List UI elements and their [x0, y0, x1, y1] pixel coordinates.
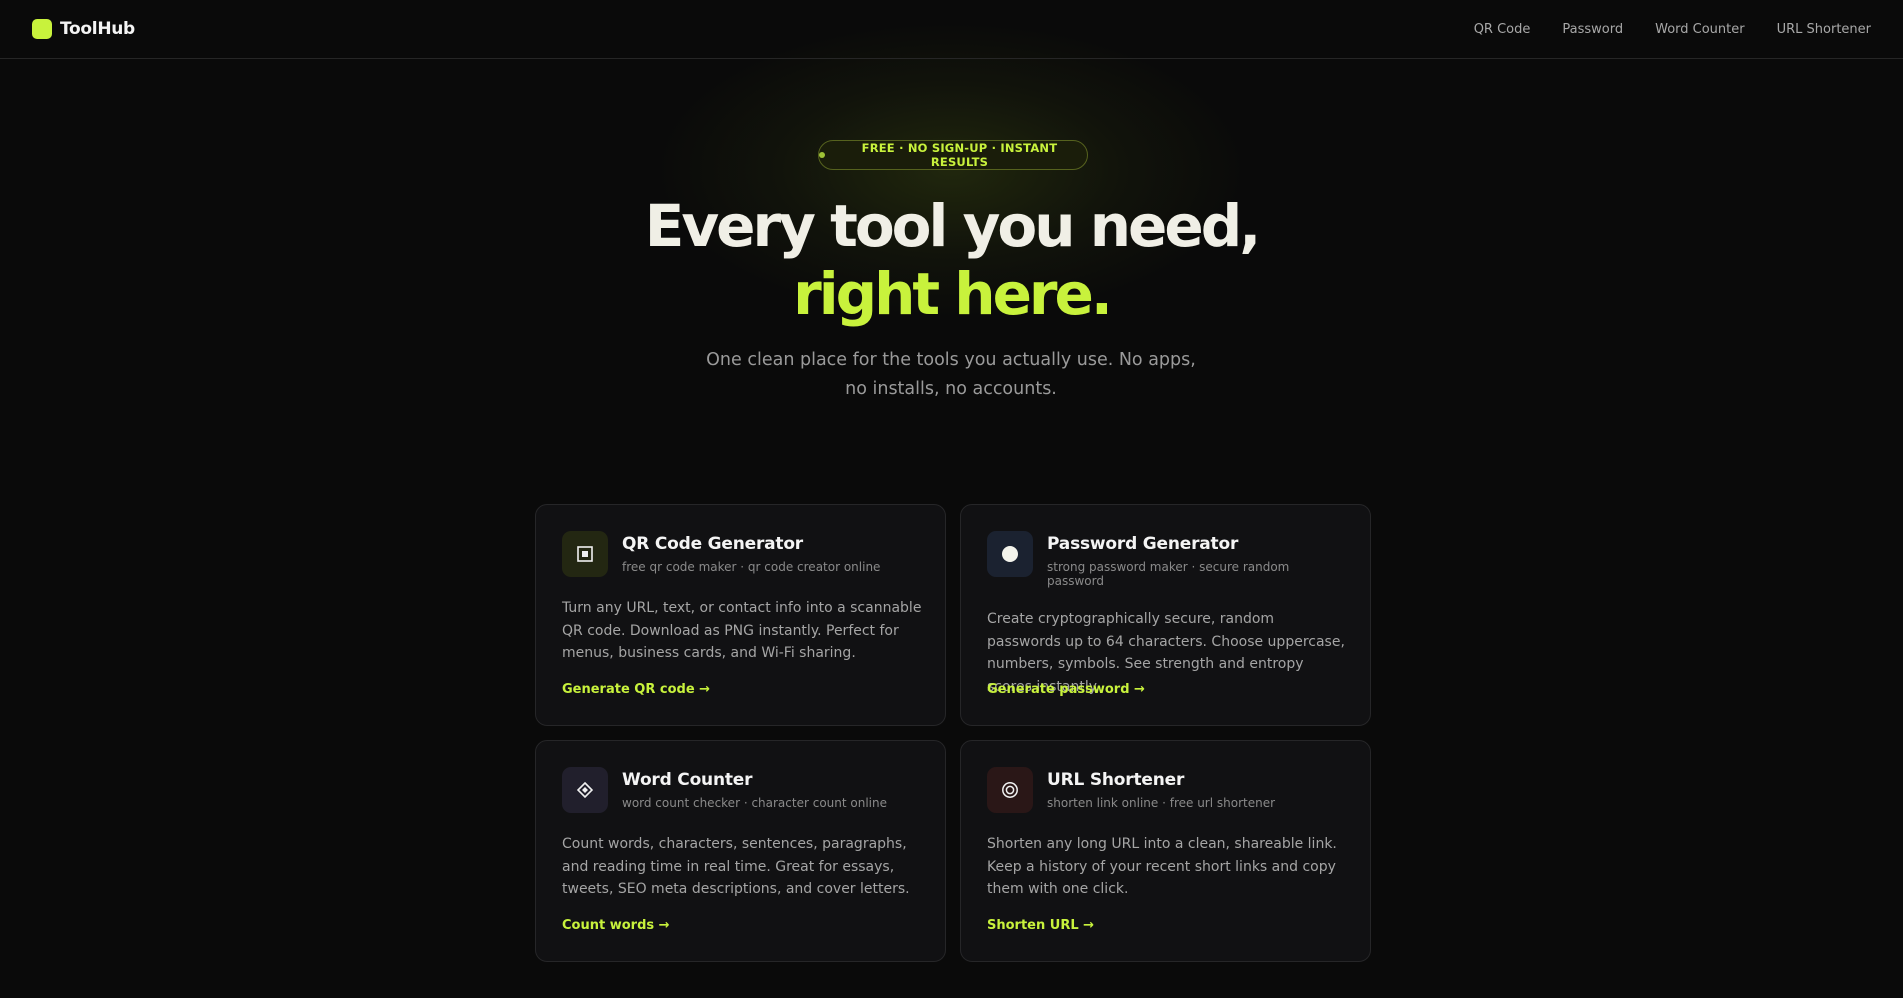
card-tags: shorten link online · free url shortener	[1047, 796, 1276, 810]
tool-card-password[interactable]: Password Generator strong password maker…	[960, 504, 1371, 726]
card-heading: Password Generator strong password maker…	[1047, 531, 1344, 588]
badge-text: FREE · NO SIGN-UP · INSTANT RESULTS	[861, 141, 1058, 169]
target-ring-icon	[987, 767, 1033, 813]
brand[interactable]: ToolHub	[32, 19, 135, 39]
nav-link-url-shortener[interactable]: URL Shortener	[1777, 22, 1871, 37]
card-heading: URL Shortener shorten link online · free…	[1047, 767, 1275, 810]
headline-line-1: Every tool you need,	[644, 192, 1262, 260]
badge-dot-icon	[819, 152, 825, 158]
page: ToolHub QR Code Password Word Counter UR…	[0, 0, 1903, 998]
nav-links: QR Code Password Word Counter URL Shorte…	[1474, 22, 1871, 37]
top-nav: ToolHub QR Code Password Word Counter UR…	[0, 0, 1903, 59]
brand-name: ToolHub	[60, 19, 135, 39]
card-header: QR Code Generator free qr code maker · q…	[562, 531, 919, 577]
tool-card-qr-code[interactable]: QR Code Generator free qr code maker · q…	[535, 504, 946, 726]
card-tags: word count checker · character count onl…	[622, 796, 887, 810]
card-tags: strong password maker · secure random pa…	[1047, 560, 1290, 588]
card-heading: Word Counter word count checker · charac…	[622, 767, 887, 810]
card-header: URL Shortener shorten link online · free…	[987, 767, 1344, 813]
card-heading: QR Code Generator free qr code maker · q…	[622, 531, 880, 574]
card-description: Shorten any long URL into a clean, share…	[987, 836, 1337, 897]
nav-link-word-counter[interactable]: Word Counter	[1655, 22, 1745, 37]
generate-qr-code-link[interactable]: Generate QR code →	[562, 682, 710, 697]
card-title: Word Counter	[622, 770, 753, 790]
tool-card-url-shortener[interactable]: URL Shortener shorten link online · free…	[960, 740, 1371, 962]
card-title: Password Generator	[1047, 534, 1239, 554]
headline-line-2: right here.	[793, 260, 1113, 328]
hero-headline: Every tool you need, right here.	[0, 192, 1903, 328]
diamond-icon	[562, 767, 608, 813]
card-tags: free qr code maker · qr code creator onl…	[622, 560, 881, 574]
hero-badge: FREE · NO SIGN-UP · INSTANT RESULTS	[818, 140, 1088, 170]
card-header: Word Counter word count checker · charac…	[562, 767, 919, 813]
brand-logo-icon	[32, 19, 52, 39]
card-header: Password Generator strong password maker…	[987, 531, 1344, 588]
qr-square-icon	[562, 531, 608, 577]
hero-subtitle: One clean place for the tools you actual…	[706, 350, 1196, 399]
card-description: Count words, characters, sentences, para…	[562, 836, 910, 897]
card-description: Turn any URL, text, or contact info into…	[562, 600, 922, 661]
count-words-link[interactable]: Count words →	[562, 918, 670, 933]
circle-dot-icon	[987, 531, 1033, 577]
generate-password-link[interactable]: Generate password →	[987, 682, 1145, 697]
nav-link-qr-code[interactable]: QR Code	[1474, 22, 1531, 37]
nav-link-password[interactable]: Password	[1562, 22, 1623, 37]
tool-card-word-counter[interactable]: Word Counter word count checker · charac…	[535, 740, 946, 962]
card-title: QR Code Generator	[622, 534, 803, 554]
card-title: URL Shortener	[1047, 770, 1185, 790]
shorten-url-link[interactable]: Shorten URL →	[987, 918, 1094, 933]
